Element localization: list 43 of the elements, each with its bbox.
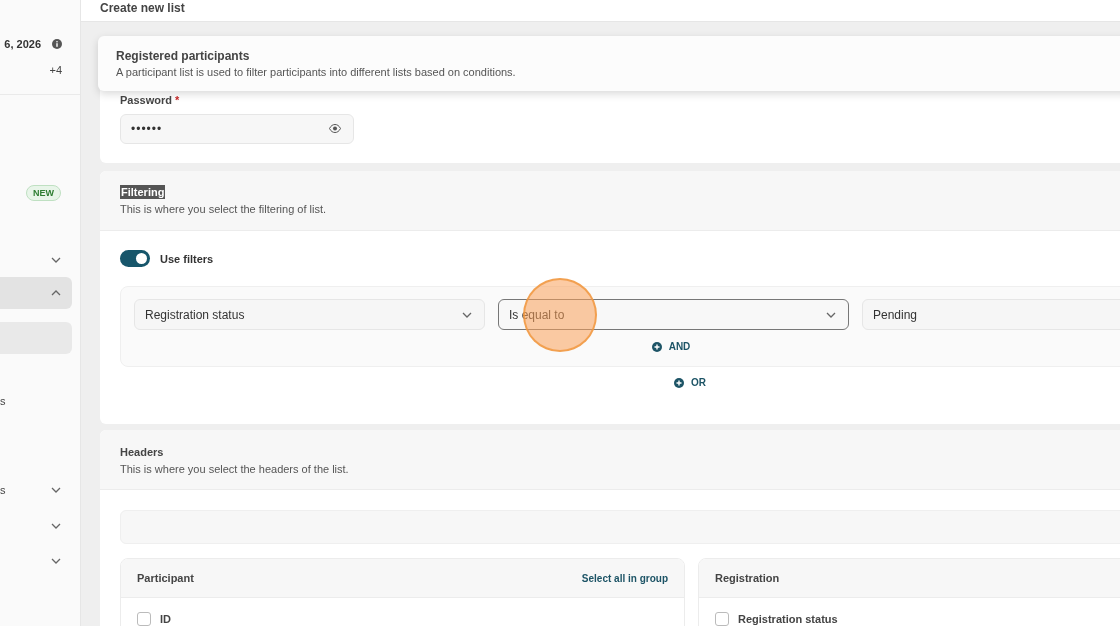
or-button[interactable]: OR [668, 373, 712, 392]
checkbox[interactable] [715, 612, 729, 626]
sidebar-item[interactable]: s [0, 474, 72, 506]
field-label: Registration status [738, 613, 838, 625]
plus-circle-icon [651, 341, 662, 352]
page-title: Create new list [100, 1, 185, 15]
value-dropdown[interactable]: Pending [862, 299, 1120, 330]
section-description: This is where you select the filtering of list. [120, 202, 328, 216]
event-date: 6, 2026 [4, 38, 41, 50]
caret-icon [462, 311, 472, 318]
chevron-down-icon [51, 487, 61, 493]
group-title: Registration [715, 572, 780, 584]
list-title: Registered participants [116, 49, 251, 64]
list-description: A participant list is used to filter participants into different lists based on conditions. [116, 66, 517, 78]
extra-count: +4 [49, 64, 62, 76]
info-icon [52, 39, 62, 49]
sidebar-item[interactable]: s [0, 385, 72, 417]
sidebar-item[interactable] [0, 277, 72, 309]
section-title: Headers [120, 445, 165, 459]
toggle-label: Use filters [160, 252, 214, 265]
sidebar-item-label: s [0, 484, 6, 496]
chevron-down-icon [51, 523, 61, 529]
new-badge: NEW [26, 185, 61, 201]
password-field[interactable]: •••••• [120, 114, 354, 144]
sidebar-item[interactable]: NEW [0, 177, 72, 209]
and-button[interactable]: AND [645, 337, 697, 356]
section-title: Filtering [120, 185, 166, 199]
required-mark: * [174, 93, 180, 107]
section-description: This is where you select the headers of the list. [120, 462, 350, 476]
password-label: Password [120, 93, 172, 107]
select-all-link[interactable]: Select all in group [581, 572, 668, 584]
group-title: Participant [137, 572, 194, 584]
eye-icon[interactable] [329, 124, 341, 133]
chevron-down-icon [51, 257, 61, 263]
chevron-down-icon [51, 558, 61, 564]
plus-circle-icon [674, 377, 684, 388]
chevron-up-icon [51, 290, 61, 296]
sidebar-item-label: s [0, 395, 6, 407]
toggle-switch[interactable] [120, 250, 150, 267]
caret-icon [826, 311, 836, 318]
checkbox[interactable] [137, 612, 151, 626]
field-label: ID [160, 613, 171, 625]
field-dropdown[interactable]: Registration status [134, 299, 485, 330]
